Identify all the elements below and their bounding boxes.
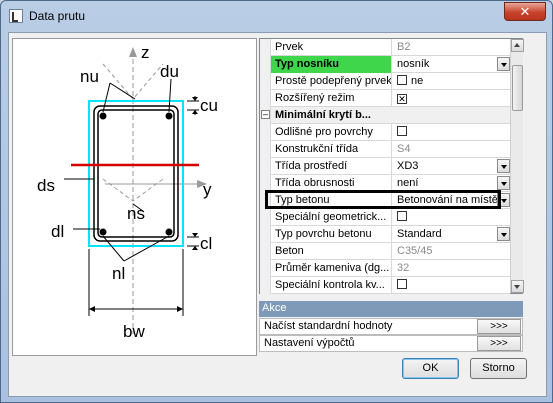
property-row-trida-prostredi[interactable]: Třída prostředí XD3 (260, 158, 510, 175)
property-value (393, 277, 510, 294)
property-group-minimalni-kryti[interactable]: – Minimální krytí b... (260, 107, 510, 124)
property-row-specialni-kontrola[interactable]: Speciální kontrola kv... (260, 277, 510, 294)
label-cl: cl (200, 234, 212, 253)
label-nu: nu (80, 67, 99, 86)
rebar-top-right (165, 112, 173, 120)
label-cu: cu (200, 96, 218, 115)
highlight-frame (265, 190, 501, 209)
property-value: 32 (397, 262, 410, 274)
property-row-beton[interactable]: Beton C35/45 (260, 243, 510, 260)
checkbox-unchecked[interactable] (397, 211, 407, 221)
label-ds: ds (37, 176, 55, 195)
property-row-odlisne-povrchy[interactable]: Odlišné pro povrchy (260, 124, 510, 141)
property-name: Prostě podepřený prvek (271, 73, 392, 90)
du-leader (168, 78, 172, 113)
property-value: ✕ (393, 90, 510, 107)
property-name: Prvek (271, 39, 392, 56)
property-value-dropdown[interactable]: nosník (393, 56, 510, 73)
actions-header: Akce (259, 301, 523, 317)
cancel-button[interactable]: Storno (470, 358, 527, 379)
title-bar[interactable]: Data prutu ✕ (1, 1, 552, 31)
nl-leader-1 (102, 235, 125, 262)
property-row-rozsireny-rezim[interactable]: Rozšířený režim ✕ (260, 90, 510, 107)
concrete-outline (88, 100, 184, 247)
nl-leader-2 (123, 235, 170, 262)
cross-section-drawing: z y nu du cu ds ns dl cl nl bw (12, 38, 257, 356)
property-name: Typ povrchu betonu (271, 226, 392, 243)
rebar-top-left (99, 112, 107, 120)
bw-arrowhead-left (89, 306, 95, 312)
property-value (393, 209, 510, 226)
property-row-typ-nosniku[interactable]: Typ nosníku nosník (260, 56, 510, 73)
chevron-down-icon[interactable] (497, 57, 510, 71)
property-name: Rozšířený režim (271, 90, 392, 107)
property-row-konstrukcni-trida[interactable]: Konstrukční třída S4 (260, 141, 510, 158)
property-value-dropdown[interactable]: XD3 (393, 158, 510, 175)
property-row-proste-podepreny[interactable]: Prostě podepřený prvek ne (260, 73, 510, 90)
property-value: C35/45 (397, 245, 433, 257)
property-name: Třída prostředí (271, 158, 392, 175)
bw-arrowhead-right (177, 306, 183, 312)
collapse-icon[interactable]: – (261, 110, 270, 119)
group-name: Minimální krytí b... (275, 109, 371, 121)
label-dl: dl (51, 222, 64, 241)
property-grid: Prvek B2 Typ nosníku nosník Prostě podep… (259, 38, 524, 294)
nu-leader-2 (109, 82, 136, 100)
checkbox-unchecked[interactable] (397, 279, 407, 289)
dialog-window: Data prutu ✕ z y nu du cu ds ns dl cl nl… (0, 0, 553, 403)
close-button[interactable]: ✕ (504, 2, 546, 21)
label-bw: bw (123, 322, 145, 341)
property-row-prumer-kameniva[interactable]: Průměr kameniva (dg... 32 (260, 260, 510, 277)
rebar-bottom-left (99, 228, 107, 236)
property-value-dropdown[interactable]: Standard (393, 226, 510, 243)
property-name: Průměr kameniva (dg... (271, 260, 392, 277)
cross-section-svg: z y nu du cu ds ns dl cl nl bw (37, 43, 218, 341)
cl-arrowhead-1 (192, 233, 198, 237)
chevron-down-icon[interactable] (497, 176, 510, 190)
scroll-thumb[interactable] (512, 65, 523, 111)
chevron-down-icon[interactable] (497, 227, 510, 241)
window-title: Data prutu (29, 9, 86, 23)
action-button[interactable]: >>> (477, 336, 521, 351)
app-icon (9, 9, 23, 23)
label-y: y (203, 180, 212, 199)
scroll-up-icon[interactable] (511, 39, 524, 52)
rebar-bottom-right (165, 228, 173, 236)
property-name: Konstrukční třída (271, 141, 392, 158)
property-name: Odlišné pro povrchy (271, 124, 392, 141)
checkbox-checked[interactable]: ✕ (397, 94, 407, 104)
label-nl: nl (112, 264, 125, 283)
cl-arrowhead-2 (192, 246, 198, 250)
property-name: Typ nosníku (271, 56, 392, 73)
property-value: S4 (397, 143, 411, 155)
property-row-typ-povrchu[interactable]: Typ povrchu betonu Standard (260, 226, 510, 243)
checkbox-unchecked[interactable] (397, 75, 407, 85)
action-label: Načíst standardní hodnoty (264, 320, 393, 332)
action-label: Nastavení výpočtů (264, 337, 355, 349)
label-du: du (160, 62, 179, 81)
property-name: Speciální geometrick... (271, 209, 392, 226)
vertical-scrollbar[interactable] (510, 39, 524, 293)
property-row-specialni-geometrie[interactable]: Speciální geometrick... (260, 209, 510, 226)
scroll-down-icon[interactable] (511, 280, 524, 293)
cu-arrowhead-1 (192, 97, 198, 101)
property-value: ne (393, 73, 510, 90)
chevron-down-icon[interactable] (497, 159, 510, 173)
nu-leader-1 (102, 82, 111, 113)
label-ns: ns (127, 204, 145, 223)
property-row-prvek[interactable]: Prvek B2 (260, 39, 510, 56)
property-value: B2 (397, 41, 411, 53)
label-z: z (141, 43, 150, 62)
property-name: Beton (271, 243, 392, 260)
cu-arrowhead-2 (192, 110, 198, 114)
ok-button[interactable]: OK (402, 358, 459, 379)
action-load-defaults[interactable]: Načíst standardní hodnoty >>> (259, 318, 523, 335)
checkbox-unchecked[interactable] (397, 126, 407, 136)
z-axis-arrow (129, 47, 137, 57)
dialog-client-area: z y nu du cu ds ns dl cl nl bw Prvek B2 (8, 32, 547, 397)
property-value (393, 124, 510, 141)
action-calc-settings[interactable]: Nastavení výpočtů >>> (259, 335, 523, 352)
property-name: Speciální kontrola kv... (271, 277, 392, 294)
action-button[interactable]: >>> (477, 319, 521, 334)
